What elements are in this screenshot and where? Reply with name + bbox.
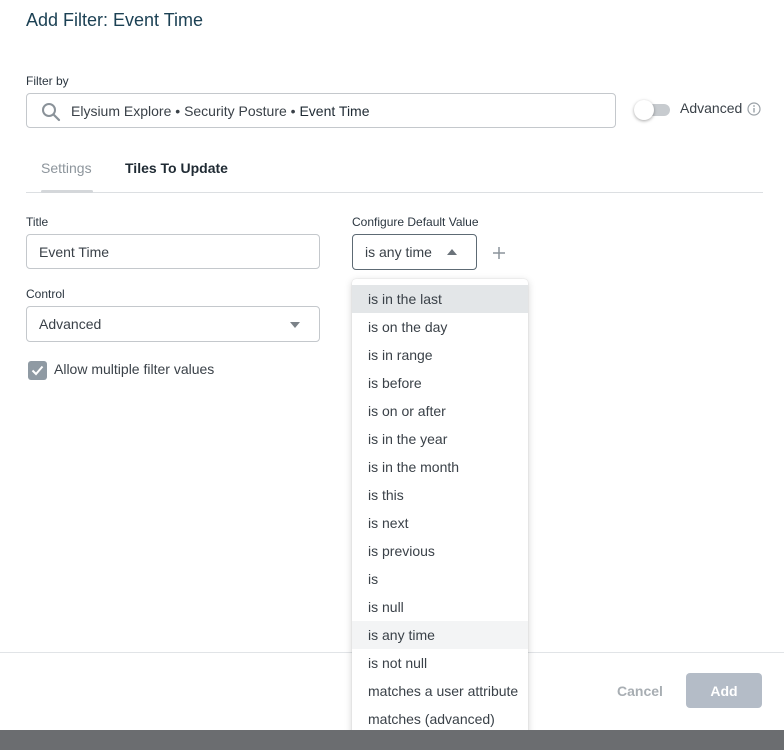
dropdown-option[interactable]: matches (advanced) xyxy=(352,705,528,733)
chevron-up-icon xyxy=(447,249,457,255)
dropdown-option[interactable]: is next xyxy=(352,509,528,537)
allow-multiple-checkbox[interactable] xyxy=(28,361,47,380)
advanced-toggle[interactable] xyxy=(634,100,670,120)
active-tab-indicator xyxy=(41,190,93,193)
title-label: Title xyxy=(26,215,49,229)
dropdown-option[interactable]: matches a user attribute xyxy=(352,677,528,705)
allow-multiple-label: Allow multiple filter values xyxy=(54,361,215,377)
dropdown-option[interactable]: is xyxy=(352,565,528,593)
default-value-select-value: is any time xyxy=(365,244,432,260)
control-label: Control xyxy=(26,287,65,301)
tab-bar: Settings Tiles To Update xyxy=(26,155,763,193)
tab-tiles-to-update[interactable]: Tiles To Update xyxy=(125,160,228,176)
default-value-select[interactable]: is any time xyxy=(352,234,477,270)
checkmark-icon xyxy=(31,365,44,376)
background-overlay xyxy=(0,730,784,750)
breadcrumb-explore: Security Posture xyxy=(184,103,287,119)
add-button[interactable]: Add xyxy=(686,673,762,708)
dropdown-option[interactable]: is null xyxy=(352,593,528,621)
breadcrumb-separator: • xyxy=(286,103,300,119)
default-value-label: Configure Default Value xyxy=(352,215,479,229)
breadcrumb-model: Elysium Explore xyxy=(71,103,172,119)
chevron-down-icon xyxy=(290,322,300,328)
plus-icon xyxy=(493,247,505,259)
dropdown-option[interactable]: is on the day xyxy=(352,313,528,341)
title-input[interactable] xyxy=(26,234,320,269)
filter-by-label: Filter by xyxy=(26,74,69,88)
add-filter-dialog: Add Filter: Event Time Filter by Elysium… xyxy=(0,0,784,742)
dropdown-option[interactable]: is on or after xyxy=(352,397,528,425)
dropdown-option[interactable]: is this xyxy=(352,481,528,509)
advanced-toggle-label: Advanced xyxy=(680,100,743,116)
dropdown-option[interactable]: is in the last xyxy=(352,285,528,313)
dropdown-list: is in the last is on the day is in range is… xyxy=(352,285,528,733)
dropdown-option[interactable]: is not null xyxy=(352,649,528,677)
dropdown-option[interactable]: is in range xyxy=(352,341,528,369)
cancel-button[interactable]: Cancel xyxy=(612,681,668,701)
toggle-knob xyxy=(634,100,654,120)
control-select-value: Advanced xyxy=(39,316,102,332)
add-condition-button[interactable] xyxy=(489,243,509,263)
dropdown-option[interactable]: is any time xyxy=(352,621,528,649)
breadcrumb-separator: • xyxy=(171,103,185,119)
dropdown-option[interactable]: is previous xyxy=(352,537,528,565)
search-icon xyxy=(41,102,61,122)
dropdown-option[interactable]: is in the year xyxy=(352,425,528,453)
dropdown-option[interactable]: is before xyxy=(352,369,528,397)
breadcrumb-field: Event Time xyxy=(299,103,370,119)
filter-by-breadcrumb: Elysium Explore • Security Posture • Eve… xyxy=(71,103,370,119)
info-icon[interactable] xyxy=(747,102,761,116)
default-value-dropdown-menu: is in the last is on the day is in range is… xyxy=(352,279,528,742)
dropdown-option[interactable]: is in the month xyxy=(352,453,528,481)
filter-by-field[interactable]: Elysium Explore • Security Posture • Eve… xyxy=(26,93,616,128)
tab-settings[interactable]: Settings xyxy=(41,160,92,176)
dialog-title: Add Filter: Event Time xyxy=(26,10,204,30)
control-select[interactable]: Advanced xyxy=(26,306,320,342)
